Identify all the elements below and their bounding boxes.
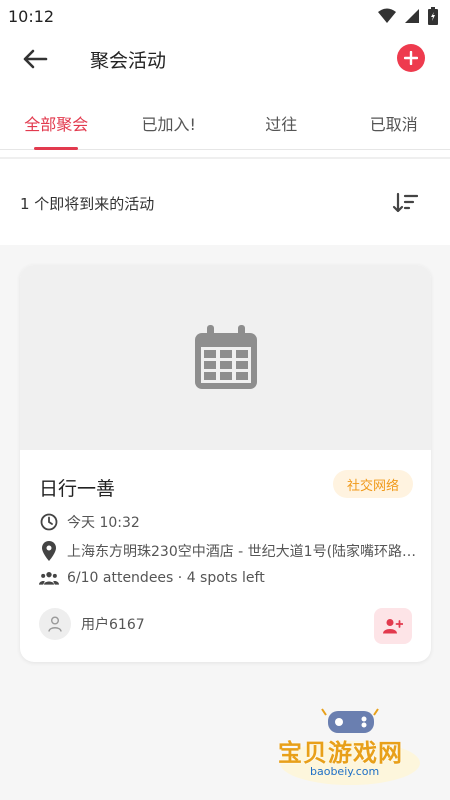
- page-title: 聚会活动: [90, 50, 167, 72]
- status-icons: [378, 7, 438, 25]
- location-pin-icon: [39, 541, 59, 561]
- plus-icon: [404, 51, 418, 65]
- watermark-text: 宝贝游戏网: [278, 739, 403, 767]
- event-title: 日行一善: [39, 478, 116, 500]
- status-bar: 10:12: [0, 0, 450, 32]
- host-row: 用户6167: [39, 608, 145, 640]
- event-attendees: 6/10 attendees · 4 spots left: [67, 570, 265, 586]
- clock-icon: [39, 513, 59, 531]
- join-event-button[interactable]: [374, 608, 412, 644]
- arrow-left-icon: [23, 49, 48, 69]
- tab-joined[interactable]: 已加入!: [113, 96, 226, 149]
- user-icon: [48, 616, 62, 632]
- status-time: 10:12: [8, 6, 55, 26]
- watermark-logo: 宝贝游戏网 baobeiy.com: [272, 705, 422, 790]
- wifi-icon: [378, 8, 396, 23]
- event-card[interactable]: 日行一善 社交网络 今天 10:32 上海东方明珠230空中酒店 - 世纪大道1…: [20, 265, 431, 662]
- sort-button[interactable]: [390, 188, 420, 218]
- event-time: 今天 10:32: [67, 515, 140, 531]
- event-attendees-row: 6/10 attendees · 4 spots left: [39, 570, 265, 586]
- group-icon: [39, 570, 59, 586]
- back-button[interactable]: [20, 44, 50, 74]
- avatar: [39, 608, 71, 640]
- event-image-placeholder: [20, 265, 431, 450]
- add-event-button[interactable]: [397, 44, 425, 72]
- calendar-icon: [194, 324, 257, 389]
- tab-all[interactable]: 全部聚会: [0, 96, 113, 150]
- tab-cancelled[interactable]: 已取消: [338, 96, 450, 149]
- category-badge: 社交网络: [332, 470, 413, 498]
- divider: [0, 157, 450, 159]
- event-count: 1 个即将到来的活动: [20, 194, 155, 213]
- tab-bar: 全部聚会 已加入! 过往 已取消: [0, 96, 450, 150]
- tab-past[interactable]: 过往: [225, 96, 338, 149]
- event-location-row: 上海东方明珠230空中酒店 - 世纪大道1号(陆家嘴环路1288号): [39, 541, 419, 561]
- event-time-row: 今天 10:32: [39, 512, 140, 532]
- event-details: 日行一善 社交网络 今天 10:32 上海东方明珠230空中酒店 - 世纪大道1…: [20, 450, 431, 662]
- watermark-url: baobeiy.com: [310, 765, 380, 778]
- sort-icon: [392, 192, 418, 213]
- signal-icon: [405, 9, 419, 23]
- summary-row: 1 个即将到来的活动: [0, 180, 450, 226]
- event-location: 上海东方明珠230空中酒店 - 世纪大道1号(陆家嘴环路1288号): [67, 544, 417, 560]
- add-user-icon: [383, 619, 403, 634]
- host-name: 用户6167: [81, 617, 145, 633]
- battery-icon: [428, 7, 438, 25]
- app-bar: 聚会活动: [0, 32, 450, 86]
